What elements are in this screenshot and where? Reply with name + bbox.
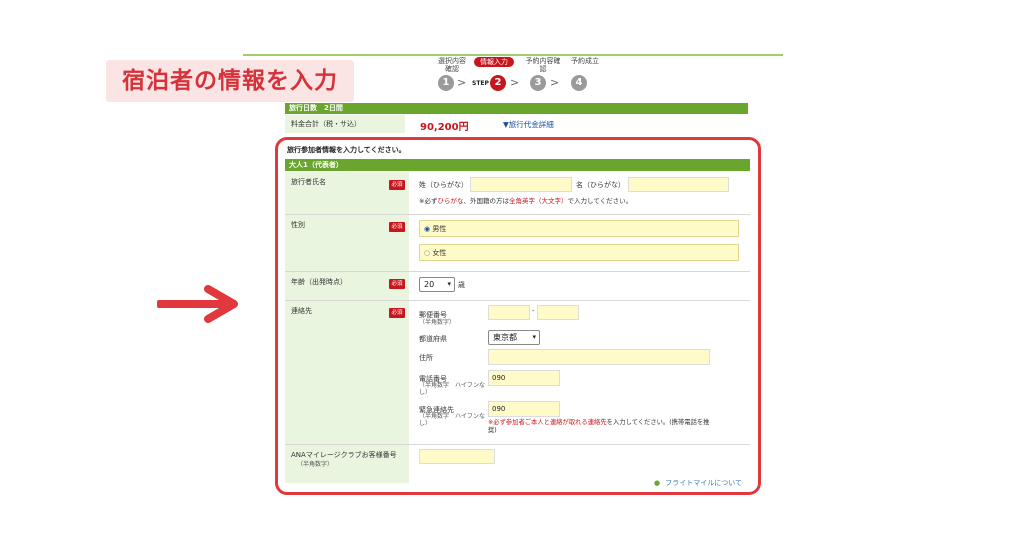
radio-unchecked-icon: ○ xyxy=(424,249,431,257)
age-label-text: 年齢（出発時点） xyxy=(291,278,347,286)
name-note-prefix: ※必ず xyxy=(419,197,438,205)
step-circle-3: 3 xyxy=(530,75,546,91)
radio-checked-icon: ◉ xyxy=(424,225,431,233)
sei-input[interactable] xyxy=(470,177,572,192)
prefecture-select-value: 東京都 xyxy=(493,333,517,342)
emergency-note-red: ※必ず参加者ご本人と連絡が取れる連絡先 xyxy=(488,419,607,426)
name-note-hiragana: ひらがな xyxy=(437,197,464,205)
step-arrow-icon: > xyxy=(510,76,520,89)
name-note-alpha: 全角英字（大文字） xyxy=(508,197,568,205)
fare-detail-link[interactable]: ▼旅行代金詳細 xyxy=(503,119,554,130)
step-circle-4: 4 xyxy=(571,75,587,91)
age-select[interactable]: 20 ▾ xyxy=(419,277,455,292)
address-label: 住所 xyxy=(419,354,433,362)
gender-male-label: 男性 xyxy=(432,225,447,233)
postal-input-1[interactable] xyxy=(488,305,530,320)
postal-sub: （半角数字） xyxy=(419,319,456,326)
gender-option-female[interactable]: ○ 女性 xyxy=(419,244,739,261)
ana-label: ANAマイレージクラブお客様番号 （半角数字） xyxy=(285,445,409,483)
mei-input[interactable] xyxy=(628,177,729,192)
emergency-sub: （半角数字 ハイフンなし） xyxy=(419,413,486,427)
age-select-value: 20 xyxy=(424,280,435,289)
name-note: ※必ずひらがな、外国籍の方は全角英字（大文字）で入力してください。 xyxy=(419,195,632,205)
postal-dash: - xyxy=(532,307,535,315)
required-badge: 必須 xyxy=(389,180,405,190)
gender-option-male[interactable]: ◉ 男性 xyxy=(419,220,739,237)
emergency-note: ※必ず参加者ご本人と連絡が取れる連絡先を入力してください。(携帯電話を推奨) xyxy=(488,419,713,435)
name-note-mid: 、外国籍の方は xyxy=(463,197,509,205)
prefecture-label: 都道府県 xyxy=(419,335,447,343)
required-badge: 必須 xyxy=(389,279,405,289)
ana-number-input[interactable] xyxy=(419,449,495,464)
contact-label-text: 連絡先 xyxy=(291,307,312,315)
sei-label: 姓（ひらがな） xyxy=(419,181,468,189)
ana-label-text: ANAマイレージクラブお客様番号 xyxy=(291,451,397,459)
page-title-badge: 宿泊者の情報を入力 xyxy=(106,60,354,102)
prefecture-select[interactable]: 東京都 ▾ xyxy=(488,330,540,345)
ana-sub: （半角数字） xyxy=(297,461,334,468)
flight-mile-link[interactable]: ● フライトマイルについて xyxy=(654,470,742,489)
chevron-down-icon: ▾ xyxy=(447,280,451,288)
chevron-down-icon: ▾ xyxy=(532,333,536,341)
form-instruction: 旅行参加者情報を入力してください。 xyxy=(287,146,406,154)
total-label: 料金合計（税・サ込） xyxy=(285,115,405,133)
name-label-text: 旅行者氏名 xyxy=(291,178,326,186)
step-arrow-icon: > xyxy=(550,76,560,89)
name-note-suffix: で入力してください。 xyxy=(567,197,633,205)
step-circle-1: 1 xyxy=(438,75,454,91)
step-label-1: 選択内容確認 xyxy=(438,57,466,73)
required-badge: 必須 xyxy=(389,308,405,318)
contact-label: 連絡先 xyxy=(285,301,409,444)
phone-sub: （半角数字 ハイフンなし） xyxy=(419,382,486,396)
phone-input[interactable]: 090 xyxy=(488,370,560,386)
travel-days-bar: 旅行日数 2日間 xyxy=(285,103,748,114)
name-label: 旅行者氏名 xyxy=(285,172,409,214)
postal-input-2[interactable] xyxy=(537,305,579,320)
info-circle-icon: ● xyxy=(654,479,661,487)
emergency-input[interactable]: 090 xyxy=(488,401,560,417)
step-circle-2: 2 xyxy=(490,75,506,91)
step-arrow-icon: > xyxy=(457,76,467,89)
flight-mile-link-text: フライトマイルについて xyxy=(665,479,742,487)
age-unit: 歳 xyxy=(458,281,465,289)
total-price: 90,200円 xyxy=(420,122,469,133)
step-label-2: 情報入力 xyxy=(474,57,514,67)
mei-label: 名（ひらがな） xyxy=(576,181,625,189)
header-divider xyxy=(243,54,783,56)
section-header: 大人1（代表者） xyxy=(285,159,750,171)
gender-label-text: 性別 xyxy=(291,221,305,229)
step-word: STEP xyxy=(472,80,489,87)
right-arrow-icon xyxy=(204,285,238,323)
step-label-3: 予約内容確認 xyxy=(525,57,561,73)
required-badge: 必須 xyxy=(389,222,405,232)
step-label-4: 予約成立 xyxy=(571,57,599,65)
address-input[interactable] xyxy=(488,349,710,365)
gender-female-label: 女性 xyxy=(432,249,447,257)
